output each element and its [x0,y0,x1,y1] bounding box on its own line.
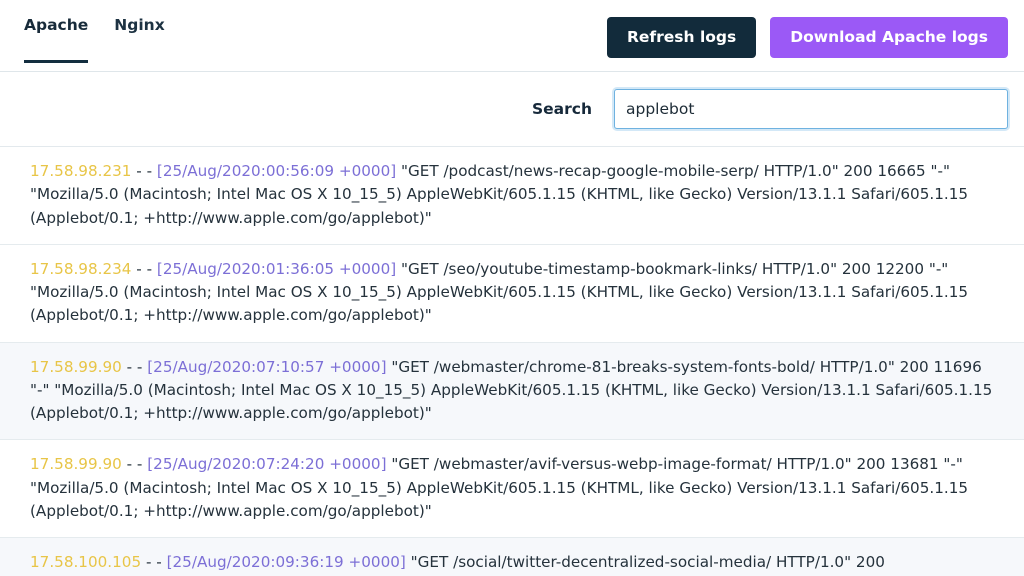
log-list: 17.58.98.231 - - [25/Aug/2020:00:56:09 +… [0,146,1024,576]
log-ip: 17.58.100.105 [30,553,142,571]
search-input-wrapper [614,89,1008,129]
log-timestamp: [25/Aug/2020:00:56:09 +0000] [156,162,397,180]
search-bar: Search [0,72,1024,146]
tab-nginx[interactable]: Nginx [114,0,178,72]
search-input[interactable] [614,89,1008,129]
log-ip: 17.58.98.231 [30,162,132,180]
log-timestamp: [25/Aug/2020:01:36:05 +0000] [156,259,397,278]
toolbar-divider [0,71,1024,72]
tab-bar: Apache Nginx [24,0,191,72]
log-row[interactable]: 17.58.99.90 - - [25/Aug/2020:07:10:57 +0… [0,342,1024,441]
search-label: Search [531,100,592,118]
tab-apache[interactable]: Apache [24,0,102,72]
log-row[interactable]: 17.58.98.231 - - [25/Aug/2020:00:56:09 +… [0,147,1024,245]
log-row[interactable]: 17.58.99.90 - - [25/Aug/2020:07:24:20 +0… [0,440,1024,538]
refresh-logs-button[interactable]: Refresh logs [606,17,757,58]
log-dashes: - - [121,357,148,376]
log-row[interactable]: 17.58.98.234 - - [25/Aug/2020:01:36:05 +… [0,244,1024,343]
toolbar-actions: Refresh logs Download Apache logs [606,0,1008,58]
log-ip: 17.58.98.234 [30,259,132,278]
tab-nginx-label: Nginx [114,16,165,35]
log-dashes: - - [131,259,157,278]
log-timestamp: [25/Aug/2020:09:36:19 +0000] [166,553,406,571]
log-dashes: - - [141,553,167,571]
log-timestamp: [25/Aug/2020:07:10:57 +0000] [147,357,387,376]
log-request: "GET /social/twitter-decentralized-socia… [405,553,885,571]
log-viewer-app: Apache Nginx Refresh logs Download Apach… [0,0,1024,576]
download-apache-logs-button[interactable]: Download Apache logs [770,17,1008,58]
toolbar: Apache Nginx Refresh logs Download Apach… [0,0,1024,72]
log-row[interactable]: 17.58.100.105 - - [25/Aug/2020:09:36:19 … [0,538,1024,576]
tab-apache-label: Apache [24,16,89,35]
log-dashes: - - [131,162,157,180]
log-ip: 17.58.99.90 [30,357,122,376]
log-ip: 17.58.99.90 [30,455,122,474]
log-dashes: - - [121,455,148,474]
log-timestamp: [25/Aug/2020:07:24:20 +0000] [147,455,387,474]
